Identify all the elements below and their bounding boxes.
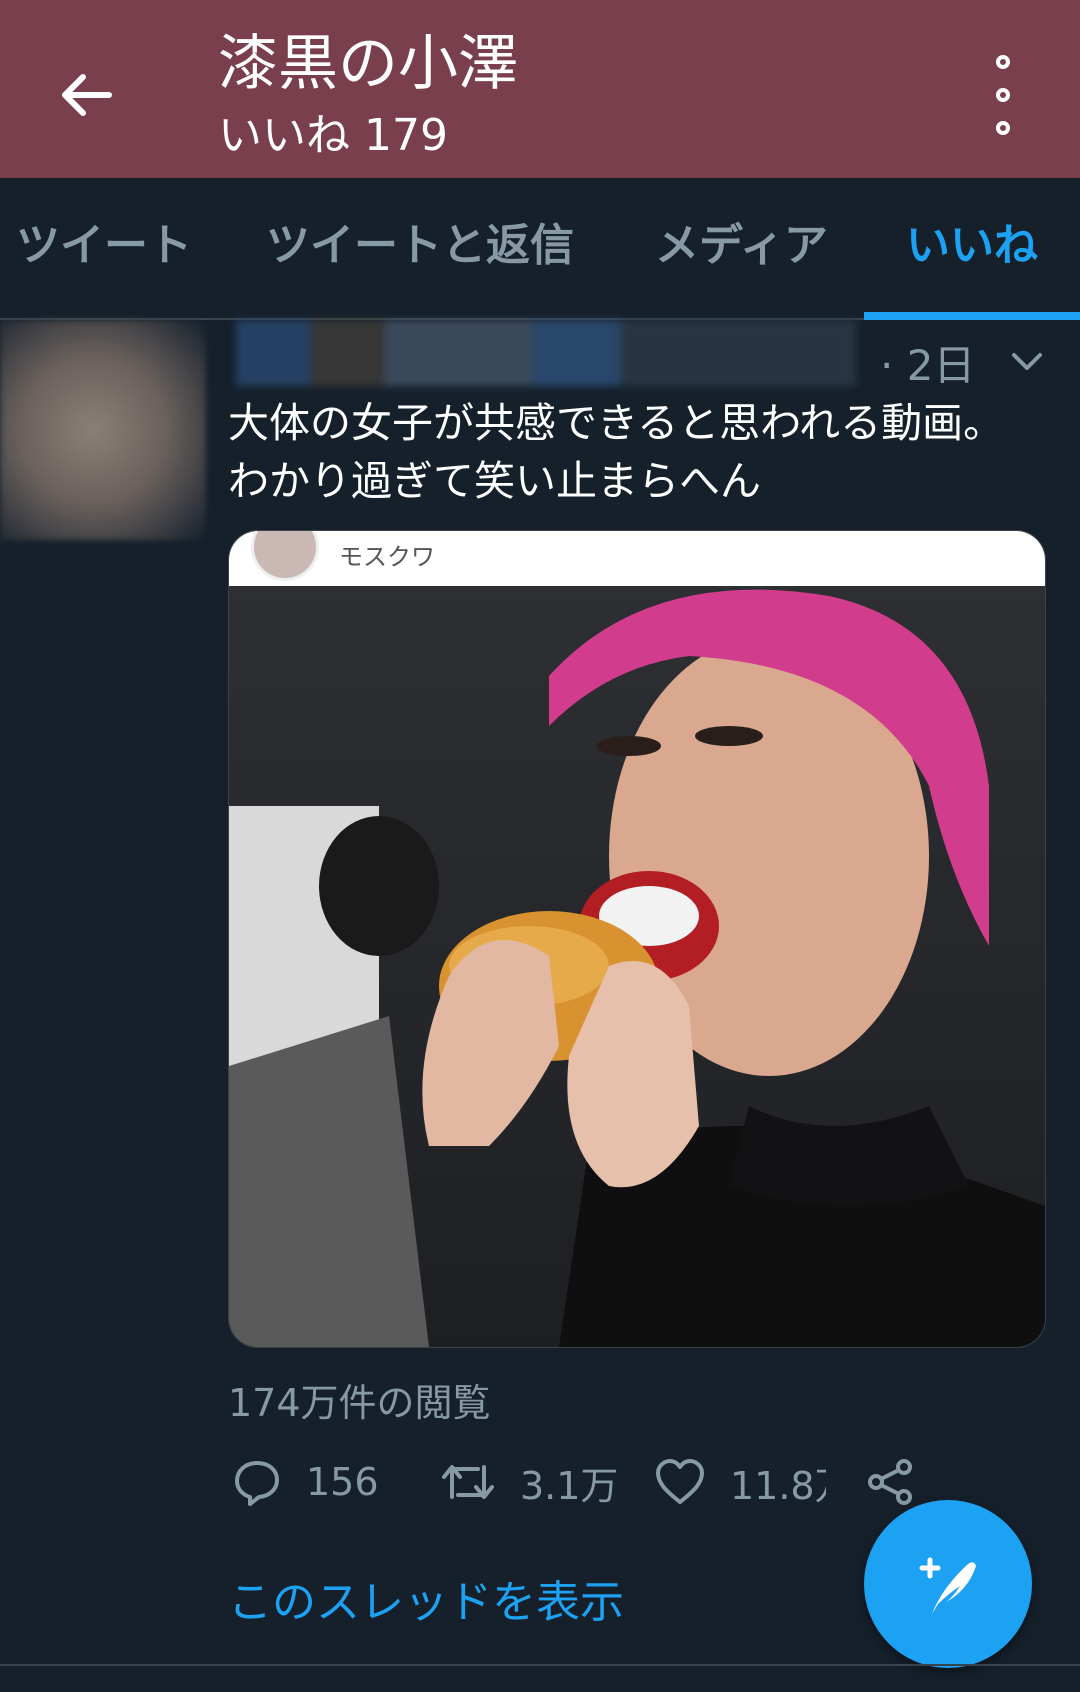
retweet-button[interactable]: 3.1万 [440, 1452, 618, 1512]
profile-tabs: ツイート ツイートと返信 メディア いいね [0, 178, 1080, 320]
view-count: 174万件の閲覧 [228, 1381, 491, 1425]
compose-feather-icon [919, 1557, 976, 1614]
like-count: 11.8万 [730, 1463, 826, 1508]
more-options-icon[interactable] [975, 55, 1031, 135]
tweet-text: 大体の女子が共感できると思われる動画。わかり過ぎて笑い止まらへん [228, 399, 1005, 505]
retweet-icon [442, 1465, 494, 1499]
tweet-time: · 2日 [880, 341, 976, 390]
tab-tweets-and-replies[interactable]: ツイートと返信 [266, 218, 574, 274]
profile-name: 漆黒の小澤 [218, 29, 518, 99]
like-button[interactable]: 11.8万 [654, 1452, 826, 1512]
share-icon [868, 1459, 912, 1505]
video-thumbnail[interactable] [229, 586, 1045, 1347]
user-name-blurred[interactable] [236, 320, 856, 386]
video-thumbnail-illustration [229, 589, 1045, 1347]
compose-tweet-button[interactable] [864, 1500, 1032, 1668]
show-thread-link[interactable]: このスレッドを表示 [228, 1566, 624, 1630]
media-avatar [251, 531, 319, 581]
share-button[interactable] [866, 1452, 916, 1512]
reply-count: 156 [306, 1460, 379, 1504]
likes-count-label: いいね 179 [218, 110, 448, 161]
tab-likes[interactable]: いいね [906, 218, 1038, 274]
active-tab-indicator [864, 312, 1080, 320]
arrow-left-icon [62, 74, 112, 116]
tab-media[interactable]: メディア [655, 218, 828, 274]
reply-button[interactable]: 156 [232, 1452, 379, 1512]
media-header-strip: モスクワ [229, 531, 1045, 586]
tweet-media[interactable]: モスクワ [228, 530, 1046, 1348]
avatar[interactable] [0, 320, 206, 540]
app-header: 漆黒の小澤 いいね 179 [0, 0, 1080, 178]
heart-icon [656, 1459, 704, 1504]
back-button[interactable] [50, 60, 120, 130]
tab-tweets[interactable]: ツイート [16, 218, 192, 274]
media-label: モスクワ [339, 543, 435, 571]
reply-icon [235, 1461, 279, 1506]
divider [0, 1664, 1080, 1666]
chevron-down-icon[interactable] [1010, 345, 1044, 379]
retweet-count: 3.1万 [520, 1463, 619, 1508]
